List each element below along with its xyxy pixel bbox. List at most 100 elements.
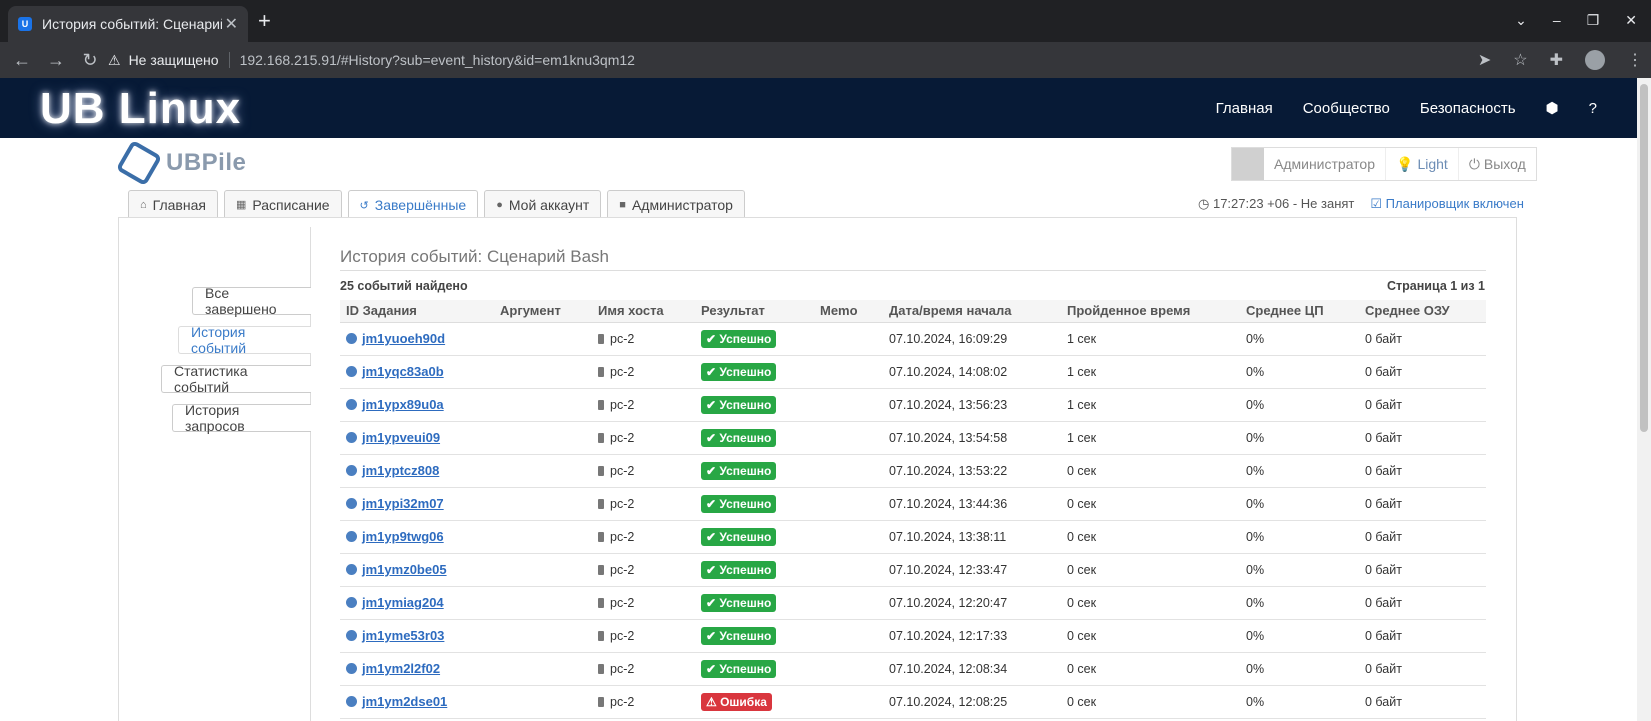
cell-hostname: pc-2 (592, 322, 695, 356)
status-badge: ✔ Успешно (701, 494, 777, 513)
star-icon[interactable]: ☆ (1513, 50, 1527, 70)
check-icon: ✔ (706, 628, 720, 643)
cell-hostname: pc-2 (592, 685, 695, 719)
job-icon (346, 696, 357, 707)
scrollbar-thumb[interactable] (1640, 84, 1648, 432)
avatar[interactable] (1232, 148, 1264, 180)
job-id-link[interactable]: jm1ymiag204 (362, 595, 444, 610)
table-row: jm1ym2l2f02 pc-2 ✔ Успешно 07.10.2024, 12:0… (340, 652, 1486, 686)
col-result[interactable]: Результат (695, 300, 814, 323)
tab-admin[interactable]: ■ Администратор (607, 190, 745, 218)
job-id-link[interactable]: jm1yqc83a0b (362, 364, 444, 379)
events-count: 25 событий найдено (340, 279, 468, 293)
back-icon[interactable]: ← (8, 50, 36, 71)
check-icon: ✔ (706, 331, 720, 346)
logout-button[interactable]: ⏻ Выход (1457, 148, 1536, 180)
close-icon[interactable]: ✕ (225, 14, 238, 34)
sidebar-item-event-history[interactable]: История событий (178, 324, 311, 356)
app-logo[interactable]: UBPile (115, 139, 246, 187)
security-label[interactable]: Не защищено (129, 52, 219, 68)
cell-avg-cpu: 0% (1240, 388, 1359, 422)
status-text: Успешно (719, 529, 772, 544)
col-avg-cpu[interactable]: Среднее ЦП (1240, 300, 1359, 323)
cell-avg-cpu: 0% (1240, 619, 1359, 653)
tab-home[interactable]: ⌂ Главная (128, 190, 218, 218)
site-nav-security[interactable]: Безопасность (1420, 100, 1516, 117)
restore-icon[interactable]: ❐ (1587, 12, 1600, 29)
cell-start-time: 07.10.2024, 13:53:22 (883, 454, 1061, 488)
server-icon (598, 564, 604, 575)
col-avg-ram[interactable]: Среднее ОЗУ (1359, 300, 1486, 323)
forward-icon[interactable]: → (42, 50, 70, 71)
job-id-link[interactable]: jm1ym2l2f02 (362, 661, 440, 676)
cell-hostname: pc-2 (592, 421, 695, 455)
new-tab-icon[interactable]: + (258, 10, 271, 32)
tab-completed[interactable]: ↺ Завершённые (347, 190, 479, 219)
cell-memo (814, 322, 883, 356)
cell-avg-ram: 0 байт (1359, 619, 1486, 653)
address-bar[interactable]: ⚠ Не защищено 192.168.215.91/#History?su… (108, 46, 1538, 74)
sidebar-item-request-history[interactable]: История запросов (172, 402, 311, 434)
job-id-link[interactable]: jm1ypx89u0a (362, 397, 444, 412)
job-id-link[interactable]: jm1ymz0be05 (362, 562, 447, 577)
job-id-link[interactable]: jm1yuoeh90d (362, 331, 445, 346)
close-window-icon[interactable]: ✕ (1625, 12, 1637, 29)
warning-icon[interactable]: ⚠ (108, 52, 121, 69)
sidebar-item-event-stats[interactable]: Статистика событий (161, 363, 311, 395)
menu-icon[interactable]: ⋮ (1627, 50, 1643, 70)
server-icon (598, 432, 604, 443)
job-id-link[interactable]: jm1yp9twg06 (362, 529, 444, 544)
col-memo[interactable]: Memo (814, 300, 883, 323)
tab-schedule[interactable]: ▦ Расписание (223, 190, 342, 218)
server-icon (598, 663, 604, 674)
cell-job-id: jm1yqc83a0b (340, 355, 494, 389)
hostname-text: pc-2 (610, 628, 635, 643)
col-elapsed[interactable]: Пройденное время (1061, 300, 1240, 323)
page-scrollbar[interactable] (1637, 78, 1651, 721)
pager: Страница 1 из 1 (1387, 279, 1485, 293)
cell-job-id: jm1ym2l2f02 (340, 652, 494, 686)
cell-result: ✔ Успешно (695, 454, 814, 488)
job-id-link[interactable]: jm1ym2dse01 (362, 694, 447, 709)
cube-icon[interactable]: ⬢ (1546, 99, 1559, 117)
sidebar-item-all-completed[interactable]: Все завершено (192, 285, 311, 317)
table-row: jm1ymiag204 pc-2 ✔ Успешно 07.10.2024, 12:2… (340, 586, 1486, 620)
profile-icon[interactable] (1585, 50, 1605, 70)
col-job-id[interactable]: ID Задания (340, 300, 494, 323)
send-icon[interactable]: ➤ (1478, 50, 1491, 70)
events-table-body: jm1yuoeh90d pc-2 ✔ Успешно 07.10.2024, 16:0… (340, 322, 1486, 719)
job-id-link[interactable]: jm1ypveui09 (362, 430, 440, 445)
status-badge: ✔ Успешно (701, 626, 777, 645)
col-hostname[interactable]: Имя хоста (592, 300, 695, 323)
extensions-icon[interactable]: ✚ (1550, 50, 1563, 70)
url-text[interactable]: 192.168.215.91/#History?sub=event_histor… (240, 52, 635, 68)
reload-icon[interactable]: ↻ (76, 50, 104, 71)
job-id-link[interactable]: jm1yptcz808 (362, 463, 439, 478)
cell-result: ✔ Успешно (695, 322, 814, 356)
hostname-text: pc-2 (610, 694, 635, 709)
tab-my-account[interactable]: ● Мой аккаунт (484, 190, 602, 218)
job-icon (346, 564, 357, 575)
job-id-link[interactable]: jm1ypi32m07 (362, 496, 444, 511)
site-nav-community[interactable]: Сообщество (1303, 100, 1390, 117)
chevron-down-icon[interactable]: ⌄ (1515, 12, 1527, 29)
cell-elapsed: 0 сек (1061, 487, 1240, 521)
user-name: Администратор (1274, 156, 1376, 172)
browser-tab[interactable]: U История событий: Сценарий ✕ (8, 6, 248, 42)
site-logo[interactable]: UB Linux (40, 84, 241, 134)
help-icon[interactable]: ? (1589, 100, 1597, 117)
site-nav-home[interactable]: Главная (1216, 100, 1273, 117)
scheduler-toggle[interactable]: ☑ Планировщик включен (1370, 196, 1523, 212)
cell-elapsed: 1 сек (1061, 421, 1240, 455)
col-start-time[interactable]: Дата/время начала (883, 300, 1061, 323)
cell-job-id: jm1ypveui09 (340, 421, 494, 455)
theme-toggle[interactable]: 💡 Light (1385, 148, 1458, 180)
job-id-link[interactable]: jm1yme53r03 (362, 628, 444, 643)
cell-job-id: jm1ymiag204 (340, 586, 494, 620)
check-icon: ✔ (706, 364, 720, 379)
browser-tab-title: История событий: Сценарий (42, 16, 222, 32)
col-argument[interactable]: Аргумент (494, 300, 592, 323)
minimize-icon[interactable]: – (1553, 12, 1561, 29)
table-row: jm1ypi32m07 pc-2 ✔ Успешно 07.10.2024, 13:4… (340, 487, 1486, 521)
user-name-link[interactable]: Администратор (1264, 148, 1385, 180)
